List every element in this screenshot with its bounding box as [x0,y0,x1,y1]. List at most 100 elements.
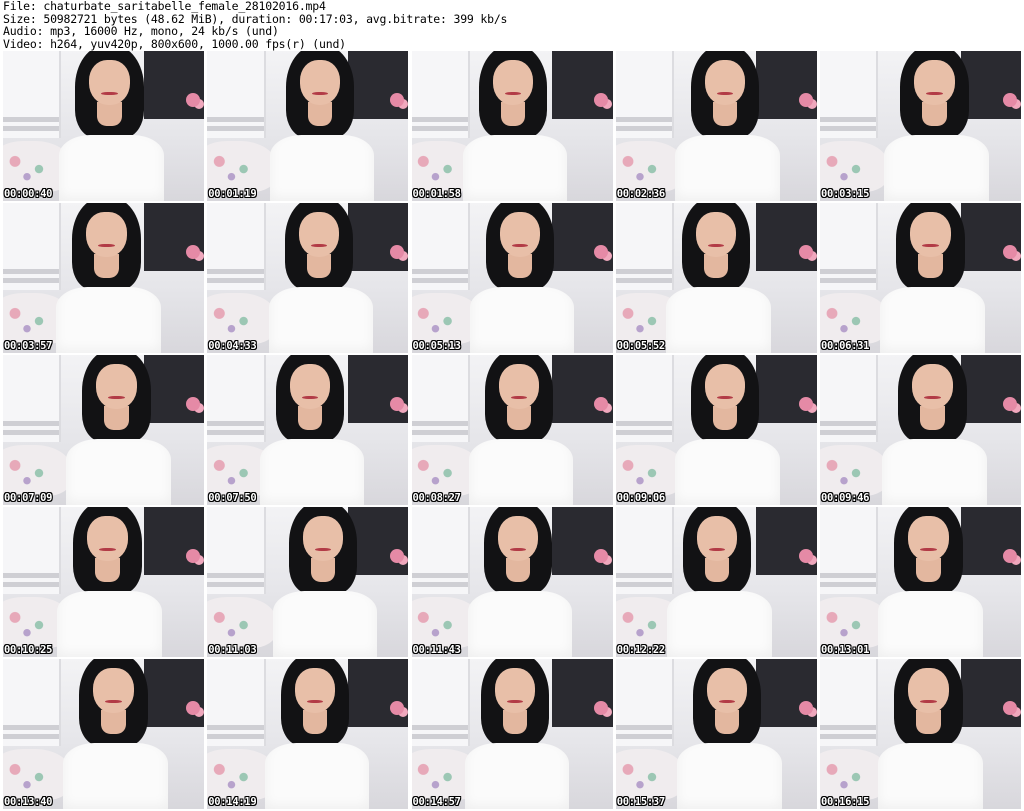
frame-timestamp: 00:01:19 [208,188,257,200]
frame-face [707,668,748,713]
video-frame-thumbnail: 00:01:58 [411,51,613,201]
frame-shirt [467,591,573,657]
frame-lips [719,699,736,704]
frame-neck [506,406,532,430]
frame-person [619,51,817,201]
frame-shirt [878,591,983,657]
frame-face [298,212,339,257]
frame-shirt [667,591,772,657]
frame-neck [705,558,730,582]
frame-lips [99,547,116,552]
frame-neck [922,102,947,126]
frame-timestamp: 00:03:57 [4,340,53,352]
video-frame-thumbnail: 00:08:27 [411,355,613,505]
frame-person [208,659,408,809]
frame-timestamp: 00:11:03 [208,644,257,656]
frame-shirt [268,287,374,353]
frame-lips [511,243,529,248]
frame-face [705,60,746,105]
frame-timestamp: 00:14:19 [208,796,257,808]
video-frame-thumbnail: 00:01:19 [207,51,409,201]
video-frame-thumbnail: 00:10:25 [3,507,204,657]
frame-shirt [884,135,989,201]
frame-timestamp: 00:15:37 [616,796,665,808]
frame-person [616,507,812,657]
frame-shirt [264,743,370,809]
audio-info-line: Audio: mp3, 16000 Hz, mono, 24 kb/s (und… [3,24,279,38]
frame-neck [713,406,738,430]
frame-face [705,364,746,409]
frame-person [822,659,1021,809]
frame-timestamp: 00:03:15 [821,188,870,200]
frame-lips [506,699,524,704]
frame-lips [306,699,323,704]
video-frame-thumbnail: 00:06:31 [820,203,1021,353]
frame-shirt [269,135,375,201]
frame-person [414,203,613,353]
frame-lips [926,91,943,96]
frame-neck [297,406,322,430]
frame-face [494,668,536,713]
frame-lips [311,91,328,96]
frame-timestamp: 00:13:40 [4,796,53,808]
frame-timestamp: 00:13:01 [821,644,870,656]
frame-lips [708,243,725,248]
frame-lips [504,91,522,96]
frame-lips [108,395,125,400]
frame-shirt [272,591,378,657]
frame-timestamp: 00:14:57 [412,796,461,808]
frame-lips [98,243,115,248]
frame-neck [916,558,941,582]
frame-face [696,212,737,257]
frame-lips [301,395,318,400]
frame-neck [500,102,526,126]
frame-face [93,668,134,713]
video-frame-thumbnail: 00:00:40 [3,51,204,201]
frame-shirt [469,287,575,353]
frame-person [10,355,204,505]
frame-lips [709,547,726,552]
video-frame-thumbnail: 00:13:40 [3,659,204,809]
frame-face [498,364,540,409]
frame-person [822,507,1021,657]
frame-neck [920,406,945,430]
video-frame-thumbnail: 00:05:52 [615,203,817,353]
frame-face [499,212,541,257]
frame-face [497,516,539,561]
video-frame-thumbnail: 00:09:46 [820,355,1021,505]
frame-face [492,60,534,105]
frame-timestamp: 00:12:22 [616,644,665,656]
frame-face [87,516,128,561]
frame-lips [922,243,939,248]
frame-shirt [666,287,771,353]
video-frame-thumbnail: 00:07:09 [3,355,204,505]
file-info-header: File: chaturbate_saritabelle_female_2810… [3,0,1021,50]
frame-person [213,51,408,201]
frame-neck [507,254,533,278]
frame-timestamp: 00:00:40 [4,188,53,200]
frame-timestamp: 00:05:13 [412,340,461,352]
frame-shirt [464,743,570,809]
frame-neck [306,254,331,278]
video-frame-thumbnail: 00:16:15 [820,659,1021,809]
video-frame-thumbnail: 00:13:01 [820,507,1021,657]
video-frame-thumbnail: 00:03:15 [820,51,1021,201]
frame-person [824,203,1021,353]
frame-person [7,659,204,809]
video-frame-thumbnail: 00:14:57 [411,659,613,809]
frame-face [96,364,137,409]
frame-neck [94,254,119,278]
frame-neck [916,710,941,734]
frame-face [89,60,130,105]
frame-face [908,516,949,561]
frame-person [621,659,817,809]
frame-person [216,507,408,657]
frame-person [616,203,811,353]
video-frame-thumbnail: 00:11:03 [207,507,409,657]
frame-neck [307,102,332,126]
frame-lips [920,699,937,704]
frame-neck [713,102,738,126]
frame-shirt [675,135,780,201]
frame-timestamp: 00:10:25 [4,644,53,656]
frame-face [299,60,340,105]
